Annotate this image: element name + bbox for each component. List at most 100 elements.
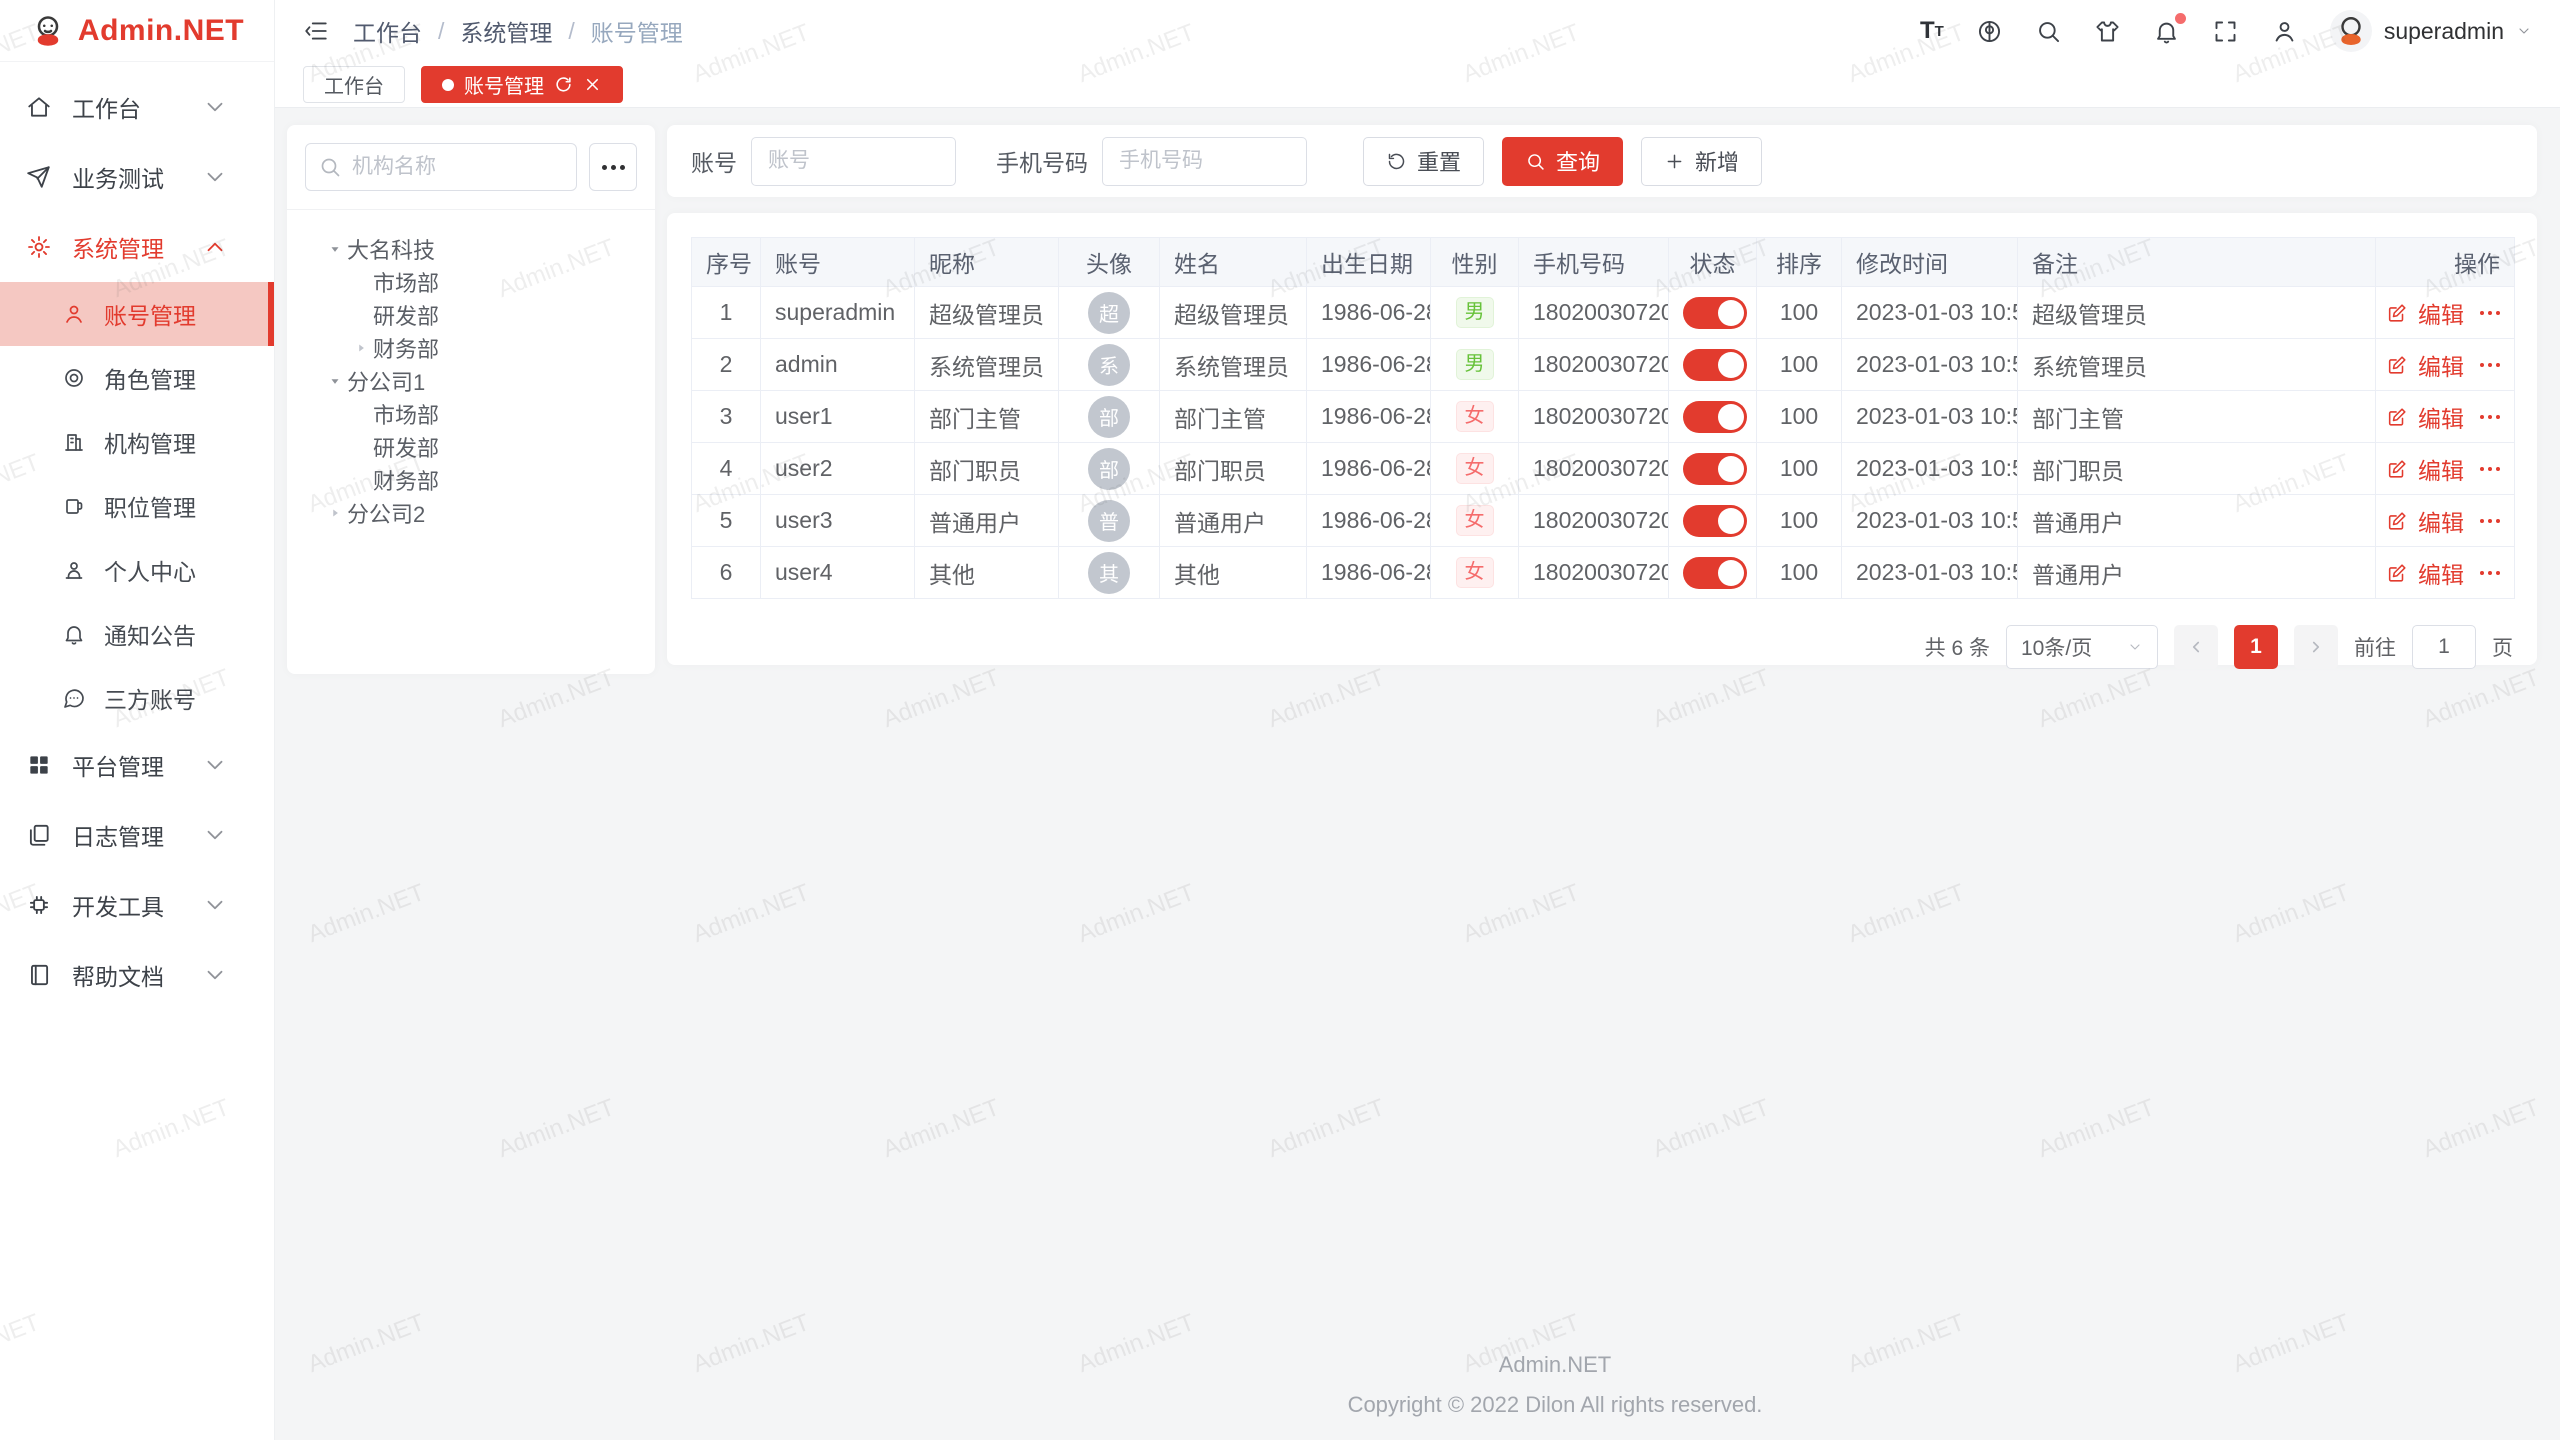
theme-icon[interactable] xyxy=(2094,18,2121,45)
caret-collapsed-icon[interactable] xyxy=(354,341,368,355)
edit-button[interactable]: 编辑 xyxy=(2418,348,2464,382)
tree-node[interactable]: 分公司1 xyxy=(293,364,649,397)
sidebar-item-platform-management[interactable]: 平台管理 xyxy=(0,730,274,800)
breadcrumb-item[interactable]: 工作台 xyxy=(353,14,422,48)
tab-workbench[interactable]: 工作台 xyxy=(303,66,405,103)
tab-account-management[interactable]: 账号管理 xyxy=(421,66,623,103)
sidebar-item-business-test[interactable]: 业务测试 xyxy=(0,142,274,212)
reset-button[interactable]: 重置 xyxy=(1363,137,1484,186)
cell-account: user2 xyxy=(761,443,915,495)
edit-button[interactable]: 编辑 xyxy=(2418,504,2464,538)
cell-modified: 2023-01-03 10:59:44 xyxy=(1842,495,2018,547)
cell-phone: 18020030720 xyxy=(1519,391,1669,443)
edit-button[interactable]: 编辑 xyxy=(2418,400,2464,434)
refresh-icon[interactable] xyxy=(554,75,573,94)
sidebar-item-notice[interactable]: 通知公告 xyxy=(0,602,274,666)
add-button[interactable]: 新增 xyxy=(1641,137,1762,186)
sidebar-item-help-docs[interactable]: 帮助文档 xyxy=(0,940,274,1010)
sidebar-item-dev-tools[interactable]: 开发工具 xyxy=(0,870,274,940)
user-menu[interactable]: superadmin xyxy=(2330,10,2532,52)
cell-name: 其他 xyxy=(1160,547,1307,599)
chevron-down-icon xyxy=(202,962,228,988)
edit-icon[interactable] xyxy=(2386,510,2408,532)
caret-expanded-icon[interactable] xyxy=(328,242,342,256)
edit-button[interactable]: 编辑 xyxy=(2418,296,2464,330)
edit-icon[interactable] xyxy=(2386,302,2408,324)
profile-icon[interactable] xyxy=(2271,18,2298,45)
tab-label: 账号管理 xyxy=(464,70,544,99)
status-toggle[interactable] xyxy=(1683,349,1747,381)
sidebar-item-role-management[interactable]: 角色管理 xyxy=(0,346,274,410)
tree-node[interactable]: 分公司2 xyxy=(293,496,649,529)
search-icon[interactable] xyxy=(2035,18,2062,45)
tree-more-button[interactable] xyxy=(589,143,637,191)
cell-index: 6 xyxy=(692,547,761,599)
caret-expanded-icon[interactable] xyxy=(328,374,342,388)
tree-node[interactable]: 研发部 xyxy=(293,430,649,463)
edit-icon[interactable] xyxy=(2386,354,2408,376)
more-actions-icon[interactable] xyxy=(2480,467,2500,471)
tree-node[interactable]: 市场部 xyxy=(293,397,649,430)
tree-node[interactable]: 大名科技 xyxy=(293,232,649,265)
breadcrumb-item[interactable]: 系统管理 xyxy=(460,14,552,48)
edit-button[interactable]: 编辑 xyxy=(2418,556,2464,590)
more-actions-icon[interactable] xyxy=(2480,311,2500,315)
language-icon[interactable] xyxy=(1976,18,2003,45)
edit-icon[interactable] xyxy=(2386,406,2408,428)
sidebar-item-workbench[interactable]: 工作台 xyxy=(0,72,274,142)
tree-node[interactable]: 研发部 xyxy=(293,298,649,331)
sidebar-item-position-management[interactable]: 职位管理 xyxy=(0,474,274,538)
sidebar-item-profile-center[interactable]: 个人中心 xyxy=(0,538,274,602)
status-toggle[interactable] xyxy=(1683,557,1747,589)
col-account: 账号 xyxy=(761,238,915,287)
menu-fold-icon[interactable] xyxy=(303,18,329,44)
prev-page-button[interactable] xyxy=(2174,625,2218,669)
notification-icon[interactable] xyxy=(2153,18,2180,45)
cell-birthday: 1986-06-28 xyxy=(1307,547,1431,599)
next-page-button[interactable] xyxy=(2294,625,2338,669)
tree-node[interactable]: 财务部 xyxy=(293,331,649,364)
query-button[interactable]: 查询 xyxy=(1502,137,1623,186)
goto-page-input[interactable] xyxy=(2412,625,2476,669)
fullscreen-icon[interactable] xyxy=(2212,18,2239,45)
page-number-button[interactable]: 1 xyxy=(2234,625,2278,669)
tree-node[interactable]: 财务部 xyxy=(293,463,649,496)
account-input[interactable] xyxy=(751,137,956,186)
org-tree: 大名科技 市场部 研发部 财务部 分公司1 市场部 xyxy=(287,210,655,551)
cell-birthday: 1986-06-28 xyxy=(1307,443,1431,495)
col-actions: 操作 xyxy=(2376,238,2515,287)
sidebar-item-label: 帮助文档 xyxy=(72,958,202,992)
sidebar-item-org-management[interactable]: 机构管理 xyxy=(0,410,274,474)
sidebar-item-system-management[interactable]: 系统管理 xyxy=(0,212,274,282)
status-toggle[interactable] xyxy=(1683,401,1747,433)
font-size-icon[interactable]: TT xyxy=(1920,19,1944,43)
more-actions-icon[interactable] xyxy=(2480,519,2500,523)
table-row: 6 user4 其他 其 其他 1986-06-28 女 18020030720… xyxy=(692,547,2515,599)
more-actions-icon[interactable] xyxy=(2480,363,2500,367)
reset-refresh-icon xyxy=(1386,151,1407,172)
status-toggle[interactable] xyxy=(1683,505,1747,537)
more-actions-icon[interactable] xyxy=(2480,571,2500,575)
edit-button[interactable]: 编辑 xyxy=(2418,452,2464,486)
close-icon[interactable] xyxy=(583,75,602,94)
org-tree-panel: 大名科技 市场部 研发部 财务部 分公司1 市场部 xyxy=(287,125,655,674)
edit-icon[interactable] xyxy=(2386,562,2408,584)
caret-collapsed-icon[interactable] xyxy=(328,506,342,520)
org-name-search-input[interactable] xyxy=(305,143,577,191)
status-toggle[interactable] xyxy=(1683,297,1747,329)
tree-node[interactable]: 市场部 xyxy=(293,265,649,298)
tree-toolbar xyxy=(287,125,655,210)
sidebar-item-label: 工作台 xyxy=(72,90,202,124)
page-size-select[interactable]: 10条/页 xyxy=(2006,625,2158,669)
sidebar-item-label: 三方账号 xyxy=(104,681,196,715)
status-toggle[interactable] xyxy=(1683,453,1747,485)
phone-input[interactable] xyxy=(1102,137,1307,186)
search-icon xyxy=(318,155,342,179)
sidebar-item-log-management[interactable]: 日志管理 xyxy=(0,800,274,870)
more-actions-icon[interactable] xyxy=(2480,415,2500,419)
filter-bar: 账号 手机号码 重置 查询 新增 xyxy=(667,125,2537,197)
edit-icon[interactable] xyxy=(2386,458,2408,480)
cell-index: 5 xyxy=(692,495,761,547)
sidebar-item-third-party-account[interactable]: 三方账号 xyxy=(0,666,274,730)
sidebar-item-account-management[interactable]: 账号管理 xyxy=(0,282,274,346)
